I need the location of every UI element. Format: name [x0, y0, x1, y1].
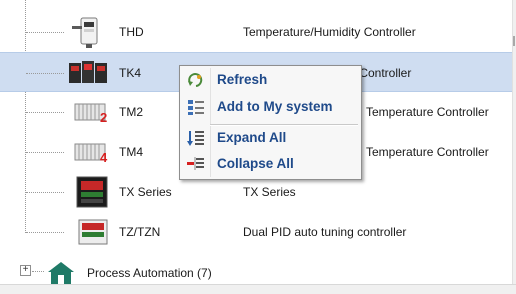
tree-row-name: THD [119, 25, 144, 39]
tree-row-description: Temperature Controller [366, 105, 489, 119]
tm2-device-icon: 2 [67, 96, 109, 128]
tx-series-device-icon [67, 176, 109, 208]
menu-item-refresh[interactable]: Refresh [182, 68, 359, 92]
tree-branch-line [26, 112, 64, 113]
tree-branch-line [26, 232, 64, 233]
tm4-device-icon: 4 [67, 136, 109, 168]
tree-group-label[interactable]: Process Automation (7) [87, 266, 212, 280]
tree-branch-line [26, 73, 64, 74]
tree-branch-line [32, 271, 44, 272]
tree-branch-line [26, 152, 64, 153]
tree-row-name: TK4 [119, 66, 142, 80]
horizontal-scrollbar[interactable] [0, 284, 516, 294]
tree-row-name: TM2 [119, 105, 143, 119]
tree-row-description: Dual PID auto tuning controller [243, 225, 407, 239]
tree-row-name: TX Series [119, 185, 172, 199]
tk4-device-icon [67, 57, 109, 89]
collapse-all-icon [186, 155, 206, 173]
tree-branch-line [26, 192, 64, 193]
menu-item-add-to-my-system[interactable]: Add to My system [182, 95, 359, 119]
menu-item-label: Add to My system [217, 99, 333, 114]
tree-row-name: TZ/TZN [119, 225, 161, 239]
context-menu: Refresh Add to My system Expand All Coll… [179, 65, 362, 180]
tz-tzn-device-icon [67, 216, 109, 248]
house-group-icon [46, 260, 76, 286]
menu-item-expand-all[interactable]: Expand All [182, 126, 359, 150]
menu-item-label: Expand All [217, 130, 287, 145]
menu-item-label: Collapse All [217, 156, 294, 171]
expand-toggle-process-automation[interactable]: + [20, 265, 31, 276]
tree-row-name: TM4 [119, 145, 143, 159]
tree-row-description: Temperature Controller [366, 145, 489, 159]
expand-all-icon [186, 129, 206, 147]
tree-row-tz-tzn[interactable]: TZ/TZN Dual PID auto tuning controller [0, 212, 512, 252]
add-to-system-icon [186, 98, 206, 116]
menu-item-collapse-all[interactable]: Collapse All [182, 152, 359, 176]
thd-device-icon [67, 16, 109, 48]
tree-row-description: TX Series [243, 185, 296, 199]
tm2-badge: 2 [100, 110, 108, 125]
menu-item-label: Refresh [217, 72, 268, 87]
refresh-icon [186, 71, 206, 89]
tm4-badge: 4 [100, 150, 108, 165]
tree-row-description: Temperature/Humidity Controller [243, 25, 416, 39]
tree-branch-line [26, 32, 64, 33]
vertical-scrollbar[interactable] [512, 0, 516, 294]
tree-row-thd[interactable]: THD Temperature/Humidity Controller [0, 12, 512, 52]
scrollbar-grip[interactable] [513, 36, 515, 46]
